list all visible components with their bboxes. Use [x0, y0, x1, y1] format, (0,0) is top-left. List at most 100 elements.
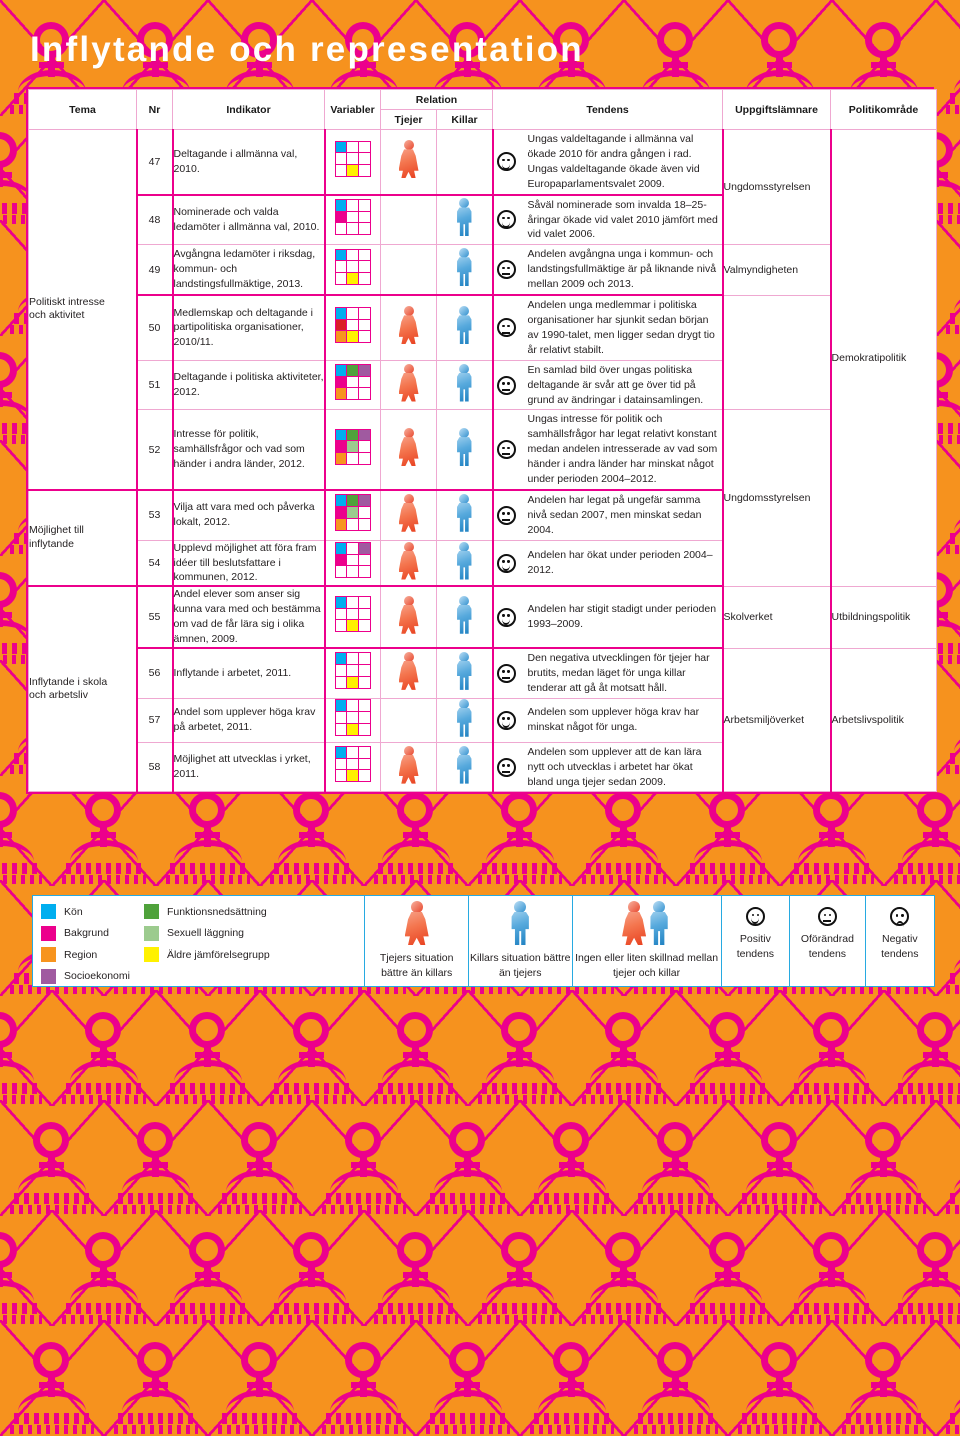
female-figure-icon: [404, 901, 429, 945]
group-label-2: Inflytande i skola och arbetsliv: [28, 585, 138, 793]
smiley-neutral-icon: [496, 260, 516, 280]
header-variabler: Variabler: [324, 89, 381, 130]
table-row: 50 Medlemskap och deltagande i partipolit…: [29, 294, 937, 411]
variable-cell-none: [357, 164, 371, 178]
smiley-neutral-icon: [817, 907, 837, 926]
legend-swatch-bakgrund: [41, 925, 56, 941]
smiley-positive-icon: [496, 710, 516, 730]
male-figure-icon: [454, 363, 474, 402]
male-figure-icon: [454, 651, 474, 690]
header-politikomrade: Politikområde: [830, 89, 938, 130]
row-number: 49: [136, 244, 174, 297]
killar-cell: [435, 741, 494, 793]
tendens-cell: Ungas intresse för politik och samhällsf…: [491, 409, 724, 491]
tendens-cell: Andelen som upplever höga krav har minsk…: [491, 697, 724, 743]
indicator-text: Medlemskap och deltagande i partipolitis…: [172, 294, 325, 361]
female-figure-icon: [398, 595, 419, 634]
row-number: 51: [136, 359, 174, 411]
legend-swatch-kon: [41, 904, 56, 919]
indicator-text: Inflytande i arbetet, 2011.: [172, 647, 325, 699]
legend-label: Kön: [64, 905, 83, 918]
legend-swatch-sexuell: [143, 925, 159, 941]
header-nr: Nr: [136, 89, 173, 130]
legend-item-alder: Äldre jämförelsegrupp: [143, 947, 270, 962]
row-number: 48: [136, 194, 174, 246]
variable-grid: [334, 746, 371, 783]
row-number: 55: [136, 585, 174, 649]
male-figure-icon: [454, 198, 474, 237]
legend-caption: Oförändrad tendens: [800, 933, 854, 960]
legend-label: Funktionsnedsättning: [166, 905, 267, 918]
variables-cell: [323, 409, 381, 491]
indicator-text: Nominerade och valda ledamöter i allmänn…: [172, 194, 325, 246]
variables-cell: [323, 359, 381, 411]
uppgiftslamnare-cell: [722, 294, 832, 411]
female-figure-icon: [398, 493, 419, 532]
legend-caption: Positiv tendens: [736, 933, 775, 960]
header-tjejer: Tjejer: [380, 109, 437, 130]
smiley-positive-icon: [496, 607, 516, 627]
indicator-text: Vilja att vara med och påverka lokalt, 2…: [172, 488, 325, 541]
variable-grid: [334, 428, 371, 465]
tjejer-cell: [380, 128, 437, 196]
table-row: Politiskt intresse och aktivitet 47 Deltaga…: [28, 128, 938, 587]
politikomrade-cell: Utbildningspolitik: [829, 585, 938, 649]
variable-grid: [334, 248, 371, 285]
variable-grid: [334, 306, 371, 344]
trend-icon-cell: [495, 705, 526, 736]
legend-caption: Ingen eller liten skillnad mellan tjejer…: [575, 952, 719, 979]
female-figure-icon: [398, 651, 419, 690]
female-figure-icon: [398, 745, 419, 784]
killar-cell: [435, 409, 494, 491]
legend-label: Bakgrund: [64, 927, 109, 939]
variable-cell-none: [357, 330, 371, 344]
smiley-neutral-icon: [496, 757, 516, 777]
legend-label: Sexuell läggning: [166, 927, 245, 939]
variable-grid: [334, 652, 371, 689]
variables-cell: [323, 128, 381, 196]
male-figure-icon: [454, 745, 474, 784]
killar-cell: [435, 539, 494, 588]
variables-cell: [323, 294, 381, 361]
header-indikator: Indikator: [172, 89, 325, 130]
legend-variable-column-2: Funktionsnedsättning Sexuell läggning Äldr…: [143, 904, 270, 986]
variables-cell: [323, 194, 381, 246]
trend-text: Andelen unga medlemmar i politiska organ…: [527, 298, 720, 358]
trend-text: En samlad bild över ungas politiska delt…: [527, 362, 720, 408]
row-number: 54: [136, 539, 174, 588]
tjejer-cell: [380, 539, 437, 588]
indicator-text: Andel elever som anser sig kunna vara me…: [172, 585, 325, 649]
variable-cell-none: [357, 222, 371, 236]
row-number: 58: [136, 741, 174, 793]
politikomrade-cell: Demokratipolitik: [829, 129, 938, 587]
trend-icon-cell: [495, 602, 526, 633]
smiley-neutral-icon: [496, 375, 516, 395]
tjejer-cell: [380, 294, 437, 361]
legend-label: Region: [64, 948, 98, 961]
row-number: 52: [136, 409, 174, 491]
tjejer-cell: [380, 741, 437, 793]
male-figure-icon: [454, 541, 474, 580]
variable-grid: [334, 140, 371, 178]
killar-cell: [435, 194, 494, 246]
female-male-figure-pair-icon: [622, 901, 671, 945]
table-row: 52 Intresse för politik, samhällsfrågor o…: [29, 409, 937, 587]
tjejer-cell: [380, 585, 437, 649]
legend-variable-column-1: Kön Bakgrund Region Socioekonomi: [41, 904, 130, 986]
trend-text: Andelen har legat på ungefär samma nivå …: [527, 492, 720, 538]
tendens-cell: Ungas valdeltagande i allmänna val ökade…: [491, 128, 724, 196]
uppgiftslamnare-cell: Ungdomsstyrelsen: [722, 128, 832, 246]
tjejer-cell: [380, 194, 437, 246]
tendens-cell: Andelen har legat på ungefär samma nivå …: [491, 488, 724, 541]
tendens-cell: Andelen har ökat under perioden 2004–201…: [491, 539, 724, 588]
tendens-cell: Andelen som upplever att de kan lära nyt…: [491, 741, 724, 793]
smiley-neutral-icon: [496, 318, 516, 338]
killar-cell: [435, 294, 494, 361]
header-uppgiftslamnare: Uppgiftslämnare: [722, 89, 832, 130]
smiley-positive-icon: [496, 210, 516, 230]
killar-cell: [435, 647, 494, 699]
trend-text: Andelen avgångna unga i kommun- och land…: [527, 247, 720, 293]
variable-cell-none: [357, 675, 371, 689]
smiley-positive-icon: [496, 152, 516, 172]
trend-text: Ungas intresse för politik och samhällsf…: [527, 412, 720, 487]
